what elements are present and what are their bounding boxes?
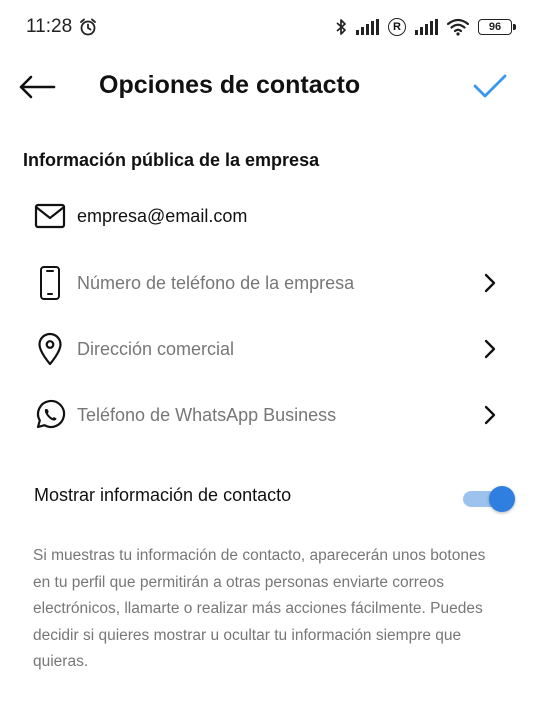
arrow-left-icon [19,75,56,99]
chevron-right-icon [480,403,500,427]
bluetooth-icon [336,19,346,35]
status-time: 11:28 [26,16,73,37]
roaming-icon: R [388,18,406,36]
contact-row-email[interactable]: empresa@email.com [0,191,540,241]
battery-icon: 96 [478,19,516,35]
mail-icon [30,196,70,236]
contact-row-address[interactable]: Dirección comercial [0,324,540,374]
app-bar: Opciones de contacto [0,54,540,118]
confirm-button[interactable] [470,68,510,104]
show-contact-info-row: Mostrar información de contacto [0,474,540,520]
show-contact-info-label: Mostrar información de contacto [34,485,292,505]
wifi-icon [447,18,469,36]
help-text: Si muestras tu información de contacto, … [33,547,486,670]
whatsapp-icon [30,395,70,435]
chevron-right-icon [480,271,500,295]
signal-icon-2 [415,19,438,35]
toggle-knob [489,486,515,512]
contact-row-phone[interactable]: Número de teléfono de la empresa [0,258,540,308]
phone-icon [30,263,70,303]
whatsapp-label: Teléfono de WhatsApp Business [77,404,337,425]
contact-row-whatsapp[interactable]: Teléfono de WhatsApp Business [0,390,540,440]
status-bar: 11:28 R 96 [0,0,540,54]
signal-icon [356,19,379,35]
phone-label: Número de teléfono de la empresa [77,272,355,293]
back-button[interactable] [18,70,58,104]
location-pin-icon [30,329,70,369]
checkmark-icon [473,74,507,98]
chevron-right-icon [480,337,500,361]
section-title: Información pública de la empresa [23,150,320,170]
address-label: Dirección comercial [77,338,235,359]
page-title: Opciones de contacto [99,71,361,99]
alarm-icon [80,18,97,36]
show-contact-info-toggle[interactable] [463,486,517,512]
email-value: empresa@email.com [77,205,248,226]
